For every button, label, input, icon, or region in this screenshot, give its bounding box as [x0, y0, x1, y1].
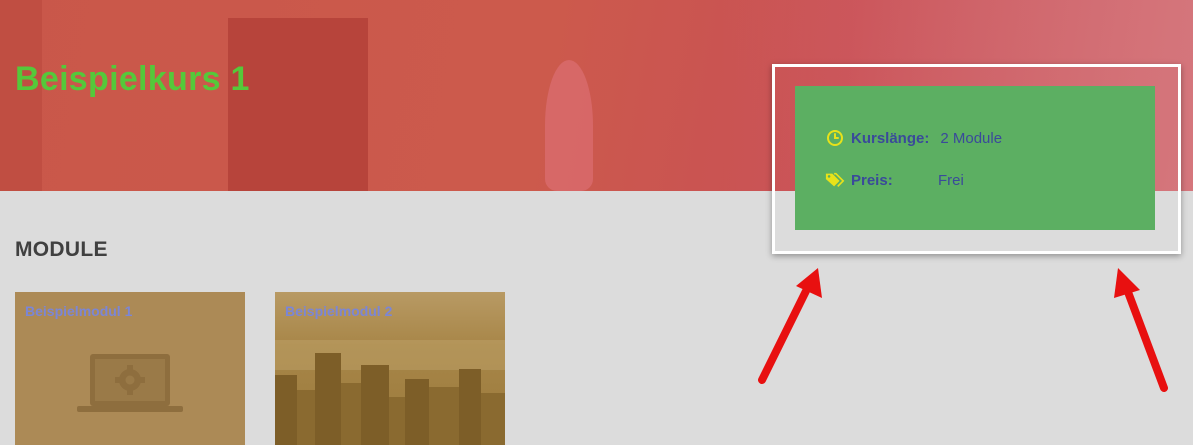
module-card[interactable]: Beispielmodul 1: [15, 292, 245, 445]
city-building: [297, 390, 315, 445]
clock-icon: [825, 128, 845, 148]
city-building: [405, 379, 429, 445]
course-length-row: Kurslänge: 2 Module: [825, 128, 1002, 148]
city-building: [341, 383, 361, 445]
city-building: [275, 375, 297, 445]
city-building: [315, 353, 341, 445]
course-length-value: 2 Module: [940, 129, 1003, 147]
red-arrow-left: [758, 268, 822, 384]
module-title[interactable]: Beispielmodul 1: [25, 303, 132, 319]
tag-icon: [825, 170, 845, 190]
red-arrow-right: [1114, 268, 1168, 392]
course-price-label: Preis:: [851, 171, 893, 189]
course-length-label: Kurslänge:: [851, 129, 930, 147]
city-building: [481, 393, 505, 445]
module-card[interactable]: Beispielmodul 2: [275, 292, 505, 445]
hero-bg-shape: [545, 60, 593, 191]
course-price-value: Frei: [938, 171, 964, 189]
city-building: [361, 365, 389, 445]
module-title[interactable]: Beispielmodul 2: [285, 303, 392, 319]
city-building: [389, 397, 405, 445]
course-price-row: Preis: Frei: [825, 170, 964, 190]
modules-section-title: MODULE: [15, 238, 108, 261]
course-title: Beispielkurs 1: [15, 60, 250, 98]
hero-bg-shape: [228, 18, 368, 191]
city-haze: [275, 340, 505, 370]
course-info-card: Kurslänge: 2 Module Preis: Frei: [795, 86, 1155, 230]
city-building: [459, 369, 481, 445]
city-building: [429, 387, 459, 445]
course-page: Beispielkurs 1 Kurslänge: 2 Module Preis: [0, 0, 1193, 445]
